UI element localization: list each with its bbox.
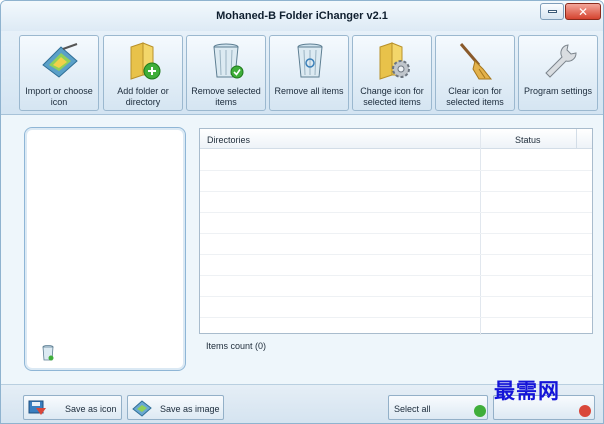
save-icon (28, 400, 46, 415)
select-all-button[interactable]: Select all (388, 395, 488, 420)
close-icon: ✕ (577, 4, 589, 19)
program-settings-label: Program settings (523, 86, 593, 96)
remove-selected-button[interactable]: Remove selected items (186, 35, 266, 111)
toolbar: Import or choose icon Add folder or dire… (1, 31, 603, 115)
trash-check-icon (213, 43, 244, 79)
folder-add-icon (130, 42, 161, 80)
row-line (200, 233, 592, 234)
save-as-icon-button[interactable]: Save as icon (23, 395, 122, 420)
clear-icon-label: Clear icon for selected items (446, 86, 504, 107)
broom-icon (459, 43, 493, 80)
remove-icon (579, 405, 591, 417)
window-title: Mohaned-B Folder iChanger v2.1 (216, 10, 388, 22)
save-as-image-button[interactable]: Save as image (127, 395, 224, 420)
row-line (200, 275, 592, 276)
items-count: Items count (0) (206, 341, 267, 351)
check-icon (474, 405, 486, 417)
save-as-image-label: Save as image (160, 404, 220, 414)
column-directories[interactable]: Directories (207, 135, 250, 145)
directories-list[interactable]: Directories Status (199, 128, 593, 335)
row-line (200, 212, 592, 213)
save-as-icon-label: Save as icon (65, 404, 117, 414)
minimize-icon (547, 10, 557, 13)
row-line (200, 254, 592, 255)
row-line (200, 317, 592, 318)
folder-gear-icon (379, 42, 410, 80)
image-icon (132, 400, 152, 417)
select-all-label: Select all (394, 404, 431, 414)
watermark-text: 最需网 (494, 379, 560, 403)
remove-selected-label: Remove selected items (191, 86, 261, 107)
wrench-icon (545, 44, 577, 78)
icon-preview-panel (24, 127, 186, 371)
image-import-icon (42, 43, 78, 78)
change-icon-label: Change icon for selected items (360, 86, 424, 107)
change-icon-button[interactable]: Change icon for selected items (352, 35, 432, 111)
list-header: Directories Status (200, 129, 592, 149)
clear-icon-button[interactable]: Clear icon for selected items (435, 35, 515, 111)
import-icon-label: Import or choose icon (25, 86, 93, 107)
row-line (200, 191, 592, 192)
remove-all-label: Remove all items (274, 86, 344, 96)
column-divider (480, 129, 481, 335)
trash-icon[interactable] (41, 344, 55, 362)
add-folder-label: Add folder or directory (117, 86, 169, 107)
trash-icon (297, 43, 323, 78)
import-icon-button[interactable]: Import or choose icon (19, 35, 99, 111)
program-settings-button[interactable]: Program settings (518, 35, 598, 111)
title-bar: Mohaned-B Folder iChanger v2.1 ✕ (1, 1, 603, 31)
close-button[interactable]: ✕ (565, 3, 601, 20)
row-line (200, 170, 592, 171)
add-folder-button[interactable]: Add folder or directory (103, 35, 183, 111)
column-status[interactable]: Status (515, 135, 541, 145)
remove-all-button[interactable]: Remove all items (269, 35, 349, 111)
app-window: Mohaned-B Folder iChanger v2.1 ✕ Import … (0, 0, 604, 424)
column-divider (576, 129, 577, 149)
minimize-button[interactable] (540, 3, 564, 20)
row-line (200, 296, 592, 297)
